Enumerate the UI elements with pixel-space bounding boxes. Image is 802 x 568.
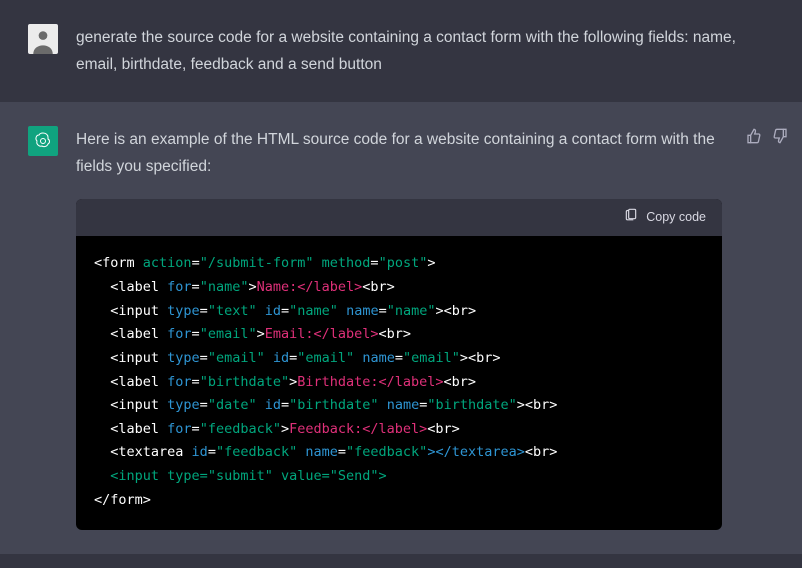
message-actions [746,126,802,530]
assistant-avatar [28,126,58,156]
thumbs-down-icon[interactable] [772,128,788,530]
user-message: generate the source code for a website c… [0,0,802,102]
user-text: generate the source code for a website c… [76,24,756,78]
copy-code-label: Copy code [646,207,706,229]
assistant-message: Here is an example of the HTML source co… [0,102,802,554]
code-block: Copy code <form action="/submit-form" me… [76,199,722,531]
code-content[interactable]: <form action="/submit-form" method="post… [76,236,722,530]
assistant-intro-text: Here is an example of the HTML source co… [76,126,726,180]
code-header: Copy code [76,199,722,237]
clipboard-icon [624,207,638,229]
copy-code-button[interactable]: Copy code [624,207,706,229]
user-avatar [28,24,58,54]
assistant-content: Here is an example of the HTML source co… [76,126,746,530]
thumbs-up-icon[interactable] [746,128,762,530]
